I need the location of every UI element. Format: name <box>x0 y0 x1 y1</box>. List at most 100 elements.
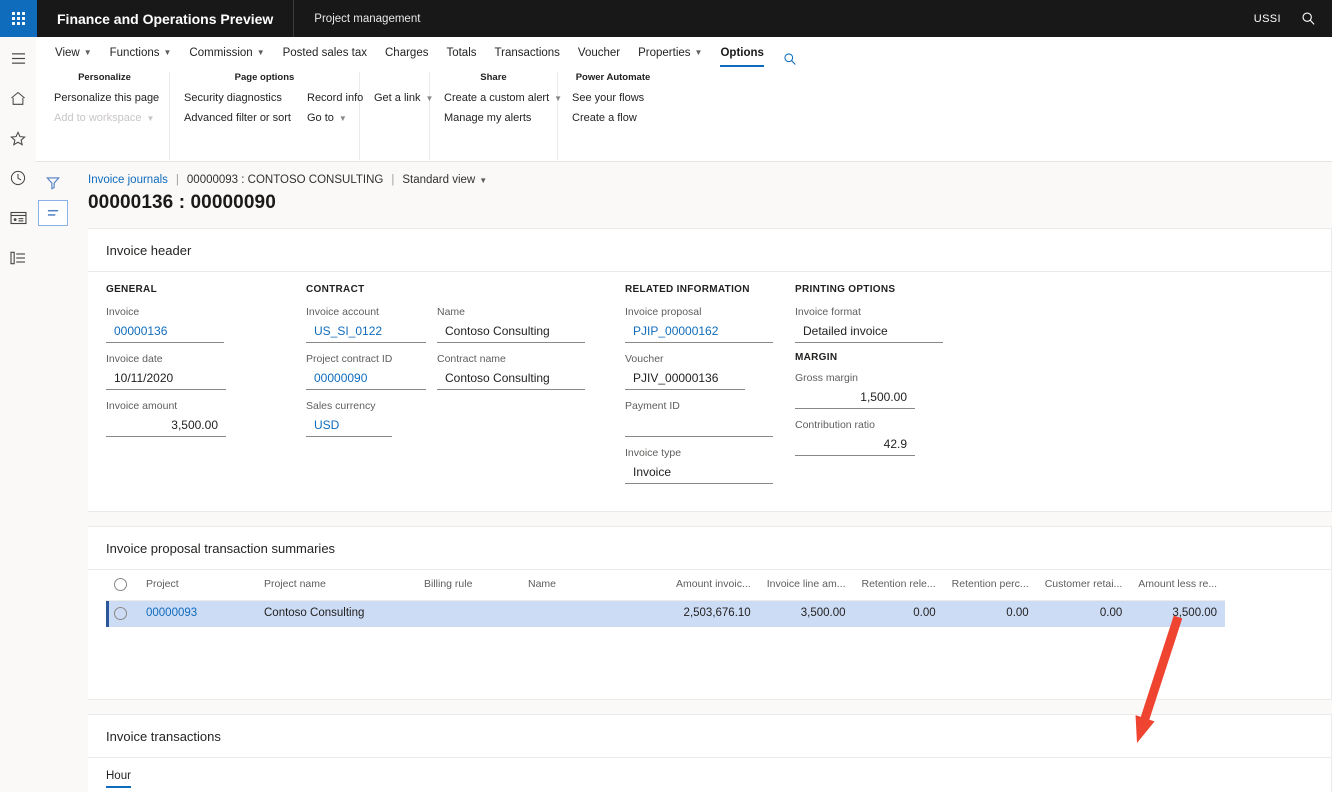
ribbon-group-column: Get a link ▼ <box>374 91 433 106</box>
ribbon-tab-transactions[interactable]: Transactions <box>486 39 569 66</box>
transactions-column-header-transaction-id[interactable]: Transaction ID <box>1229 787 1331 792</box>
field-value-contribution-ratio[interactable]: 42.9 <box>795 434 915 456</box>
field-value-voucher[interactable]: PJIV_00000136 <box>625 368 745 390</box>
ribbon-item-go-to[interactable]: Go to ▼ <box>307 111 363 126</box>
ribbon-item-create-a-custom-alert[interactable]: Create a custom alert ▼ <box>444 91 562 106</box>
summaries-select-all-header[interactable] <box>106 570 138 601</box>
row-select-circle-icon[interactable] <box>114 606 127 620</box>
summaries-column-header-project[interactable]: Project <box>138 570 256 601</box>
ribbon-tab-label: Functions <box>109 46 160 59</box>
transactions-column-header-project-id[interactable]: Project ID <box>254 787 366 792</box>
select-all-circle-icon[interactable] <box>114 577 127 591</box>
field-value-gross-margin[interactable]: 1,500.00 <box>795 387 915 409</box>
search-icon[interactable] <box>1295 11 1322 26</box>
ribbon-tab-functions[interactable]: Functions ▼ <box>101 39 181 66</box>
transactions-column-header-line-amount[interactable]: Line amount <box>1155 787 1230 792</box>
transactions-column-header-description[interactable]: Description <box>839 787 1025 792</box>
field-value-invoice-account[interactable]: US_SI_0122 <box>306 321 426 343</box>
hamburger-icon[interactable] <box>3 45 33 71</box>
ribbon-item-get-a-link[interactable]: Get a link ▼ <box>374 91 433 106</box>
transactions-tab-hour[interactable]: Hour <box>106 770 131 788</box>
transactions-column-header-category[interactable]: Category <box>365 787 523 792</box>
field-label-voucher: Voucher <box>625 353 664 365</box>
ribbon-item-security-diagnostics[interactable]: Security diagnostics <box>184 91 291 106</box>
transactions-column-header-activity-number[interactable]: Activity number <box>522 787 681 792</box>
field-group-general: GENERAL Invoice 00000136 Invoice date 10/11… <box>88 284 288 493</box>
breadcrumb-link-invoice-journals[interactable]: Invoice journals <box>88 174 168 186</box>
breadcrumb: Invoice journals | 00000093 : CONTOSO CO… <box>70 162 1332 186</box>
ribbon-tab-options[interactable]: Options <box>711 39 772 67</box>
ribbon-item-see-your-flows[interactable]: See your flows <box>572 91 644 106</box>
summaries-column-header-customer-retai-[interactable]: Customer retai... <box>1036 570 1131 601</box>
breadcrumb-separator-1: | <box>175 174 179 186</box>
view-selector[interactable]: Standard view ▼ <box>402 174 487 186</box>
summaries-cell-billing-rule <box>416 600 520 627</box>
ribbon-group-title: Power Automate <box>575 72 651 83</box>
waffle-grid-icon[interactable] <box>0 0 37 37</box>
summaries-column-header-amount-less-re-[interactable]: Amount less re... <box>1130 570 1226 601</box>
star-icon[interactable] <box>3 125 33 151</box>
field-group-related-information: RELATED INFORMATION Invoice proposal PJIP… <box>581 284 779 493</box>
ribbon-tab-posted-sales-tax[interactable]: Posted sales tax <box>274 39 376 66</box>
ribbon-item-personalize-this-page[interactable]: Personalize this page <box>54 91 159 106</box>
field-value-invoice-format[interactable]: Detailed invoice <box>795 321 943 343</box>
summaries-column-header-project-name[interactable]: Project name <box>256 570 416 601</box>
field-value-invoice[interactable]: 00000136 <box>106 321 224 343</box>
transactions-column-header-resource[interactable]: Resource <box>680 787 840 792</box>
field-voucher: Voucher PJIV_00000136 <box>625 352 779 390</box>
field-value-contract-name[interactable]: Contoso Consulting <box>437 368 585 390</box>
transactions-column-header-hours[interactable]: Hours <box>1024 787 1088 792</box>
field-value-name[interactable]: Contoso Consulting <box>437 321 585 343</box>
ribbon-tab-voucher[interactable]: Voucher <box>569 39 629 66</box>
field-value-project-contract-id[interactable]: 00000090 <box>306 368 426 390</box>
field-value-invoice-proposal[interactable]: PJIP_00000162 <box>625 321 773 343</box>
field-value-invoice-date[interactable]: 10/11/2020 <box>106 368 226 390</box>
field-value-invoice-amount[interactable]: 3,500.00 <box>106 415 226 437</box>
general-fields: Invoice 00000136 Invoice date 10/11/2020 Inv… <box>106 305 288 437</box>
field-value-payment-id[interactable] <box>625 415 773 437</box>
ribbon-tab-commission[interactable]: Commission ▼ <box>180 39 273 66</box>
filter-icon[interactable] <box>38 170 68 196</box>
lines-icon[interactable] <box>38 200 68 226</box>
field-label-invoice-format: Invoice format <box>795 306 861 318</box>
transactions-column-header-sales-price[interactable]: Sales price <box>1087 787 1156 792</box>
field-label-name: Name <box>437 306 466 318</box>
ribbon-tab-view[interactable]: View ▼ <box>46 39 101 66</box>
summaries-column-header-retention-rele-[interactable]: Retention rele... <box>853 570 944 601</box>
ribbon-tab-charges[interactable]: Charges <box>376 39 437 66</box>
summaries-column-header-retention-perc-[interactable]: Retention perc... <box>943 570 1037 601</box>
contract-a-fields: Invoice account US_SI_0122 Project contrac… <box>306 305 433 437</box>
company-code[interactable]: USSI <box>1254 13 1281 25</box>
page-title: 00000136 : 00000090 <box>88 192 276 213</box>
summaries-column-header-amount-invoic-[interactable]: Amount invoic... <box>668 570 759 601</box>
home-icon[interactable] <box>3 85 33 111</box>
ribbon-item-record-info[interactable]: Record info <box>307 91 363 106</box>
invoice-transactions-section: Invoice transactions Hour Project datePr… <box>88 713 1332 792</box>
list-icon[interactable] <box>3 245 33 271</box>
action-pane-groups: Personalize Personalize this page Add to w… <box>40 66 1332 160</box>
clock-icon[interactable] <box>3 165 33 191</box>
ribbon-item-advanced-filter-or-sort[interactable]: Advanced filter or sort <box>184 111 291 126</box>
summaries-column-header-billing-rule[interactable]: Billing rule <box>416 570 520 601</box>
module-name[interactable]: Project management <box>294 0 440 37</box>
ribbon-tab-properties[interactable]: Properties ▼ <box>629 39 711 66</box>
summaries-cell-amount-invoic-: 2,503,676.10 <box>668 600 759 627</box>
summaries-column-header-invoice-line-am-[interactable]: Invoice line am... <box>758 570 854 601</box>
field-value-sales-currency[interactable]: USD <box>306 415 392 437</box>
summaries-row[interactable]: 00000093 Contoso Consulting 2,503,676.10 3… <box>106 600 1226 627</box>
field-payment-id: Payment ID <box>625 399 779 437</box>
transactions-column-header-project-date[interactable]: Project date <box>137 787 255 792</box>
field-value-invoice-type[interactable]: Invoice <box>625 462 773 484</box>
workspace-icon[interactable] <box>3 205 33 231</box>
ribbon-search-icon[interactable] <box>773 52 807 66</box>
ribbon-tab-label: Voucher <box>577 46 621 59</box>
transactions-select-all-header[interactable] <box>106 787 138 792</box>
ribbon-tab-totals[interactable]: Totals <box>437 39 485 66</box>
row-select-cell[interactable] <box>106 600 138 627</box>
action-pane-tabs: View ▼ Functions ▼ Commission ▼ Posted sales t… <box>36 37 1332 67</box>
ribbon-item-create-a-flow[interactable]: Create a flow <box>572 111 644 126</box>
ribbon-item-manage-my-alerts[interactable]: Manage my alerts <box>444 111 562 126</box>
summaries-cell-project[interactable]: 00000093 <box>138 600 256 627</box>
field-label-project-contract-id: Project contract ID <box>306 353 393 365</box>
summaries-column-header-name[interactable]: Name <box>520 570 668 601</box>
